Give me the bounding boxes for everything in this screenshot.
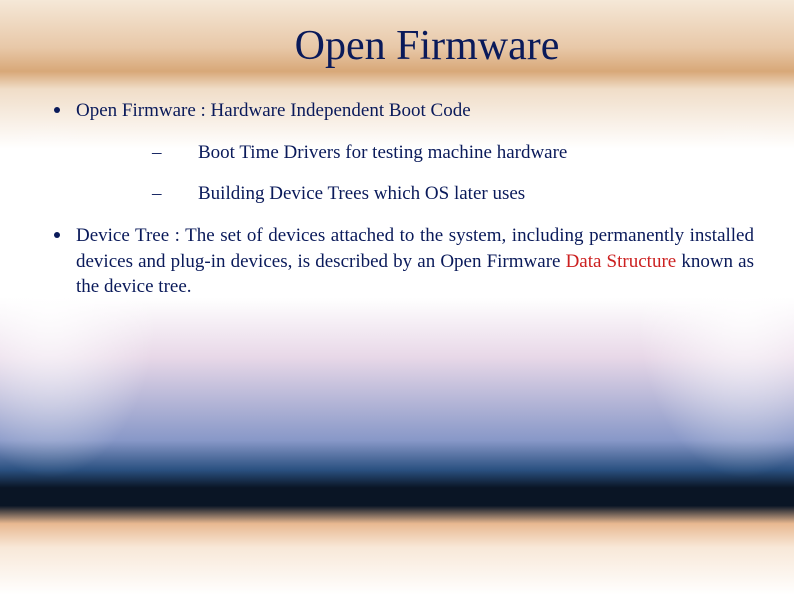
bullet-item-2: Device Tree : The set of devices attache… — [48, 223, 754, 300]
bullet-2-highlight: Data Structure — [566, 251, 677, 272]
slide-title: Open Firmware — [40, 22, 754, 70]
sub-bullet-1: Boot Time Drivers for testing machine ha… — [152, 140, 754, 166]
bullet-list: Open Firmware : Hardware Independent Boo… — [40, 98, 754, 300]
sub-bullet-2: Building Device Trees which OS later use… — [152, 181, 754, 207]
bullet-1-text: Open Firmware : Hardware Independent Boo… — [76, 100, 471, 121]
sub-bullet-list: Boot Time Drivers for testing machine ha… — [76, 140, 754, 207]
slide-content: Open Firmware Open Firmware : Hardware I… — [0, 0, 794, 595]
slide-background: Open Firmware Open Firmware : Hardware I… — [0, 0, 794, 595]
bullet-item-1: Open Firmware : Hardware Independent Boo… — [48, 98, 754, 207]
